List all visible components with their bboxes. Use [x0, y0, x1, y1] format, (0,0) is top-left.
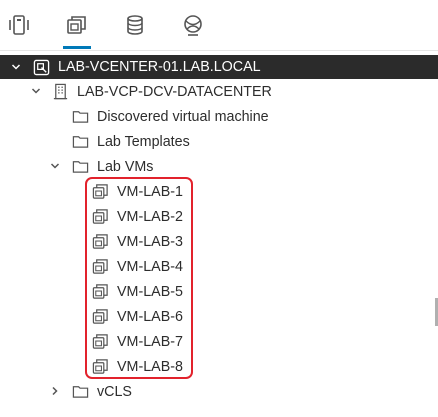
- folder-icon: [71, 158, 89, 176]
- highlight-box: [85, 177, 193, 379]
- vcenter-icon: [32, 58, 50, 76]
- chevron-down-icon: [11, 64, 21, 70]
- tab-hosts-clusters[interactable]: [3, 14, 35, 48]
- tree-node-label: LAB-VCP-DCV-DATACENTER: [77, 83, 272, 100]
- tree-node-datacenter[interactable]: LAB-VCP-DCV-DATACENTER: [51, 79, 272, 104]
- chevron-down-icon: [50, 163, 60, 169]
- hosts-clusters-icon: [9, 15, 29, 35]
- expand-caret-vcls[interactable]: [50, 386, 60, 396]
- tree-node-label: Discovered virtual machine: [97, 108, 269, 125]
- tree-node-folder-lab-vms[interactable]: Lab VMs: [71, 154, 153, 179]
- tree-node-label: Lab VMs: [97, 158, 154, 175]
- folder-icon: [71, 383, 89, 401]
- tree-node-label: LAB-VCENTER-01.LAB.LOCAL: [58, 59, 261, 75]
- datacenter-icon: [51, 83, 69, 101]
- tree-node-folder-vcls[interactable]: vCLS: [71, 379, 132, 404]
- tree-node-vcenter[interactable]: LAB-VCENTER-01.LAB.LOCAL: [32, 55, 261, 79]
- expand-caret-lab-vms[interactable]: [50, 161, 60, 171]
- tree-node-label: Lab Templates: [97, 133, 190, 150]
- tab-vms-templates[interactable]: [61, 14, 93, 49]
- tab-divider: [0, 50, 438, 51]
- network-icon: [184, 15, 202, 36]
- tree-node-label: vCLS: [97, 383, 132, 400]
- expand-caret-vcenter[interactable]: [11, 62, 21, 72]
- vms-templates-icon: [67, 16, 86, 34]
- navigator-tabs: [0, 0, 438, 50]
- tree-node-folder-discovered[interactable]: Discovered virtual machine: [71, 104, 269, 129]
- expand-caret-datacenter[interactable]: [31, 86, 41, 96]
- tree-node-folder-lab-templates[interactable]: Lab Templates: [71, 129, 190, 154]
- chevron-down-icon: [31, 88, 41, 94]
- tab-storage[interactable]: [119, 14, 151, 48]
- folder-icon: [71, 133, 89, 151]
- chevron-right-icon: [52, 386, 58, 396]
- datastore-icon: [127, 15, 143, 35]
- tab-networking[interactable]: [177, 14, 209, 48]
- folder-icon: [71, 108, 89, 126]
